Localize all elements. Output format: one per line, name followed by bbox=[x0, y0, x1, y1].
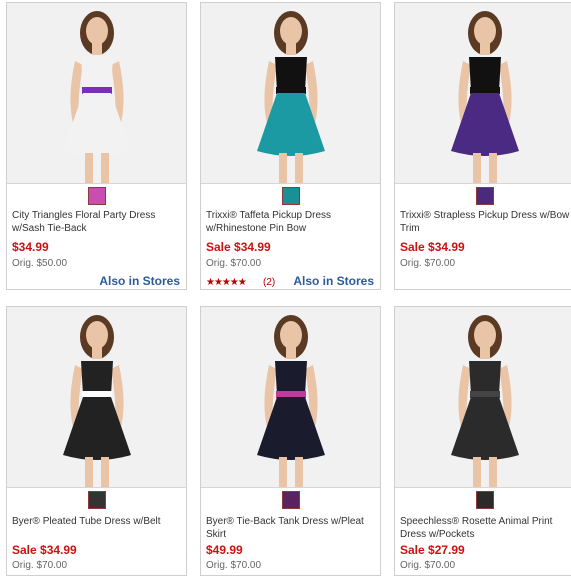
dress-bodice bbox=[81, 57, 113, 91]
product-price: Sale $27.99 bbox=[400, 543, 465, 557]
product-image[interactable] bbox=[201, 307, 380, 488]
product-price: $34.99 bbox=[12, 240, 49, 254]
review-count-link[interactable]: (2) bbox=[263, 277, 275, 288]
product-name-link[interactable]: City Triangles Floral Party Dress w/Sash… bbox=[12, 209, 182, 235]
product-price: Sale $34.99 bbox=[206, 240, 271, 254]
color-swatch[interactable] bbox=[282, 187, 300, 205]
original-price: Orig. $50.00 bbox=[12, 258, 68, 269]
color-swatch[interactable] bbox=[282, 491, 300, 509]
product-image[interactable] bbox=[7, 3, 186, 184]
model-leg bbox=[279, 457, 287, 487]
model-leg bbox=[489, 153, 497, 183]
model-head bbox=[280, 321, 302, 349]
model-leg bbox=[101, 457, 109, 487]
product-name-link[interactable]: Speechless® Rosette Animal Print Dress w… bbox=[400, 515, 570, 541]
dress-sash bbox=[82, 391, 112, 398]
dress-bodice bbox=[275, 361, 307, 395]
model-head bbox=[474, 321, 496, 349]
dress-sash bbox=[276, 391, 306, 398]
model-leg bbox=[85, 153, 93, 183]
model-leg bbox=[473, 457, 481, 487]
model-leg bbox=[85, 457, 93, 487]
original-price: Orig. $70.00 bbox=[400, 560, 456, 571]
model-head bbox=[86, 17, 108, 45]
product-card[interactable]: Trixxi® Strapless Pickup Dress w/Bow Tri… bbox=[394, 2, 571, 290]
color-swatch[interactable] bbox=[476, 187, 494, 205]
original-price: Orig. $70.00 bbox=[206, 258, 262, 269]
product-name-link[interactable]: Byer® Tie-Back Tank Dress w/Pleat Skirt bbox=[206, 515, 376, 541]
dress-sash bbox=[276, 87, 306, 94]
color-swatch[interactable] bbox=[476, 491, 494, 509]
product-name-link[interactable]: Byer® Pleated Tube Dress w/Belt bbox=[12, 515, 182, 528]
model-leg bbox=[473, 153, 481, 183]
product-image[interactable] bbox=[395, 307, 571, 488]
original-price: Orig. $70.00 bbox=[206, 560, 262, 571]
color-swatch[interactable] bbox=[88, 187, 106, 205]
product-card[interactable]: Speechless® Rosette Animal Print Dress w… bbox=[394, 306, 571, 576]
dress-bodice bbox=[469, 361, 501, 395]
also-in-stores-link[interactable]: Also in Stores bbox=[99, 274, 180, 288]
rating-stars[interactable]: ★★★★★ bbox=[206, 277, 247, 288]
model-leg bbox=[279, 153, 287, 183]
model-leg bbox=[295, 153, 303, 183]
product-card[interactable]: City Triangles Floral Party Dress w/Sash… bbox=[6, 2, 187, 290]
product-price: Sale $34.99 bbox=[12, 543, 77, 557]
product-card[interactable]: Byer® Tie-Back Tank Dress w/Pleat Skirt … bbox=[200, 306, 381, 576]
model-leg bbox=[489, 457, 497, 487]
product-card[interactable]: Trixxi® Taffeta Pickup Dress w/Rhineston… bbox=[200, 2, 381, 290]
dress-sash bbox=[82, 87, 112, 94]
also-in-stores-link[interactable]: Also in Stores bbox=[293, 274, 374, 288]
product-image[interactable] bbox=[7, 307, 186, 488]
product-image[interactable] bbox=[395, 3, 571, 184]
model-leg bbox=[295, 457, 303, 487]
product-image[interactable] bbox=[201, 3, 380, 184]
model-head bbox=[280, 17, 302, 45]
dress-sash bbox=[470, 87, 500, 94]
dress-bodice bbox=[469, 57, 501, 91]
product-card[interactable]: Byer® Pleated Tube Dress w/Belt Sale $34… bbox=[6, 306, 187, 576]
product-price: $49.99 bbox=[206, 543, 243, 557]
product-name-link[interactable]: Trixxi® Taffeta Pickup Dress w/Rhineston… bbox=[206, 209, 376, 235]
original-price: Orig. $70.00 bbox=[12, 560, 68, 571]
product-name-link[interactable]: Trixxi® Strapless Pickup Dress w/Bow Tri… bbox=[400, 209, 570, 235]
product-price: Sale $34.99 bbox=[400, 240, 465, 254]
dress-sash bbox=[470, 391, 500, 398]
dress-bodice bbox=[275, 57, 307, 91]
original-price: Orig. $70.00 bbox=[400, 258, 456, 269]
model-head bbox=[86, 321, 108, 349]
model-head bbox=[474, 17, 496, 45]
color-swatch[interactable] bbox=[88, 491, 106, 509]
model-leg bbox=[101, 153, 109, 183]
dress-bodice bbox=[81, 361, 113, 395]
